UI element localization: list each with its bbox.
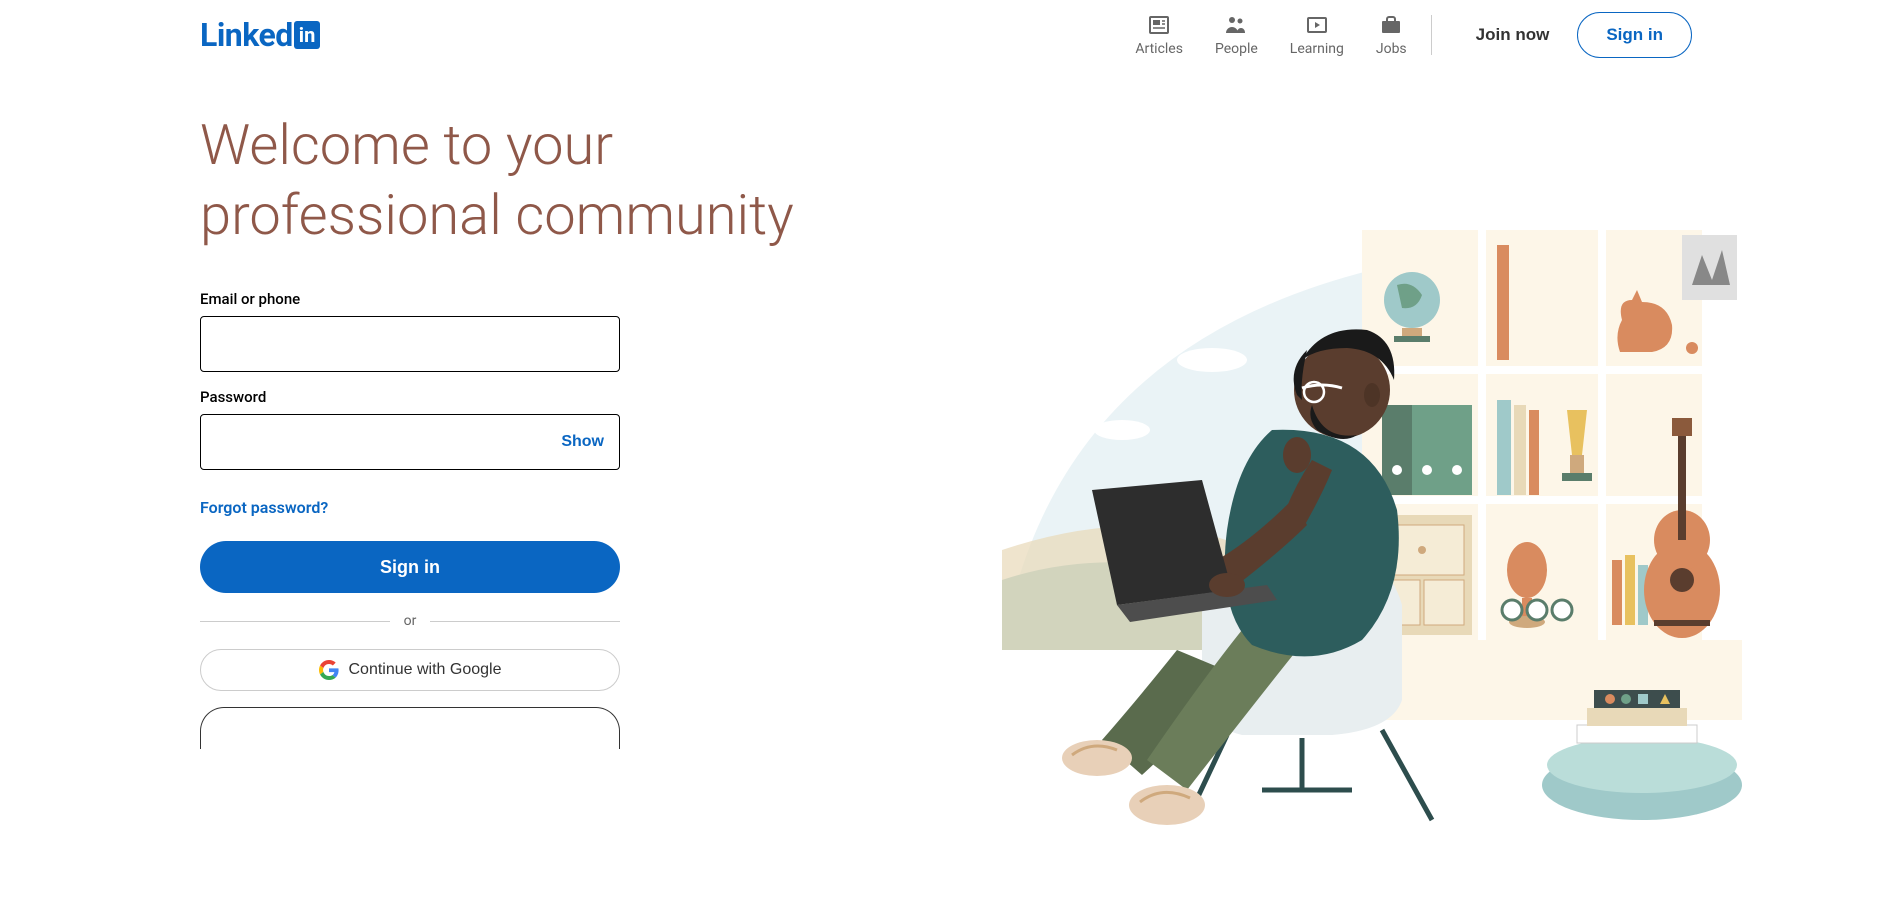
or-divider: or xyxy=(200,613,620,629)
email-input[interactable] xyxy=(200,316,620,372)
nav-label: Jobs xyxy=(1376,41,1407,57)
nav-item-articles[interactable]: Articles xyxy=(1135,13,1183,57)
nav-item-people[interactable]: People xyxy=(1215,13,1258,57)
nav-label: Learning xyxy=(1290,41,1344,57)
nav-items: Articles People Learning Jobs xyxy=(1135,13,1406,57)
learning-icon xyxy=(1305,13,1329,37)
show-password-button[interactable]: Show xyxy=(561,433,604,451)
logo-badge: in xyxy=(294,21,321,49)
google-icon xyxy=(319,660,339,680)
password-wrapper: Show xyxy=(200,414,620,470)
left-column: Welcome to your professional community E… xyxy=(200,110,820,749)
nav-item-jobs[interactable]: Jobs xyxy=(1376,13,1407,57)
password-group: Password Show xyxy=(200,388,820,470)
join-now-button[interactable]: Join now xyxy=(1456,13,1570,57)
articles-icon xyxy=(1147,13,1171,37)
divider-line xyxy=(200,621,390,622)
main: Welcome to your professional community E… xyxy=(0,70,1892,749)
or-text: or xyxy=(390,613,431,629)
nav-label: People xyxy=(1215,41,1258,57)
password-input[interactable] xyxy=(200,414,620,470)
continue-with-google-button[interactable]: Continue with Google xyxy=(200,649,620,691)
nav-divider xyxy=(1431,15,1432,55)
signin-header-button[interactable]: Sign in xyxy=(1577,12,1692,58)
hero-illustration xyxy=(1002,230,1742,850)
logo-text: Linked xyxy=(200,16,293,54)
linkedin-logo[interactable]: Linkedin xyxy=(200,16,320,54)
email-label: Email or phone xyxy=(200,290,820,308)
header: Linkedin Articles People Learning Jobs J… xyxy=(0,0,1892,70)
nav-label: Articles xyxy=(1135,41,1183,57)
email-group: Email or phone xyxy=(200,290,820,372)
people-icon xyxy=(1224,13,1248,37)
secondary-button-partial[interactable] xyxy=(200,707,620,749)
hero-title: Welcome to your professional community xyxy=(200,110,820,250)
header-right: Articles People Learning Jobs Join now S… xyxy=(1135,12,1692,58)
signin-button[interactable]: Sign in xyxy=(200,541,620,593)
google-button-label: Continue with Google xyxy=(349,661,502,679)
password-label: Password xyxy=(200,388,820,406)
nav-item-learning[interactable]: Learning xyxy=(1290,13,1344,57)
divider-line xyxy=(430,621,620,622)
forgot-password-link[interactable]: Forgot password? xyxy=(200,498,328,517)
briefcase-icon xyxy=(1379,13,1403,37)
